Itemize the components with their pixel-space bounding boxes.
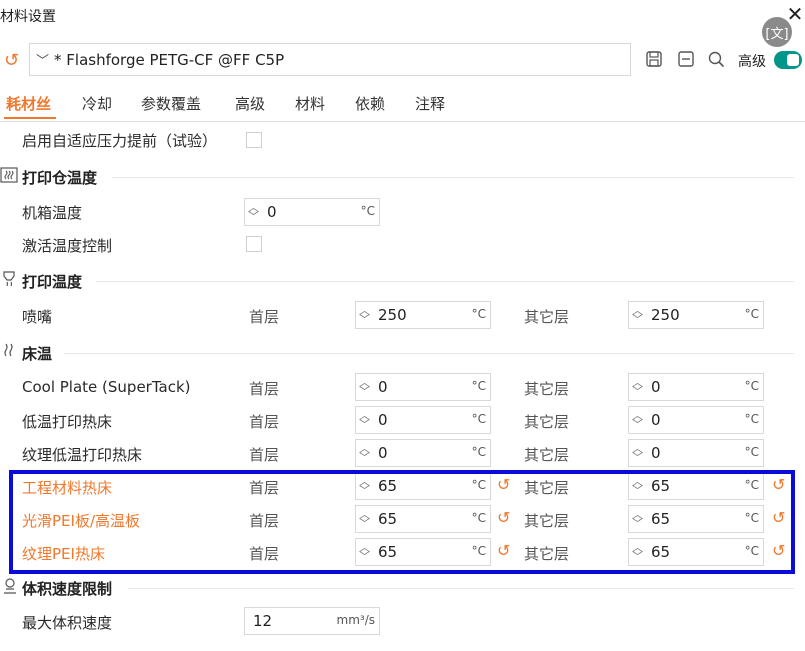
preset-dropdown[interactable]: ﹀ * Flashforge PETG-CF @FF C5P: [29, 43, 631, 76]
section-divider: [112, 177, 794, 178]
field-value: 0: [651, 444, 661, 462]
chevron-down-icon: ﹀: [36, 54, 50, 69]
field-value: 0: [651, 378, 661, 396]
spin-icon[interactable]: ︿ ﹀: [359, 410, 370, 430]
volumetric-speed-icon: [1, 577, 19, 599]
tab-bar: 耗材丝 冷却 参数覆盖 高级 材料 依赖 注释: [0, 93, 805, 119]
field-value: 0: [378, 378, 388, 396]
section-divider: [64, 353, 794, 354]
nozzle-other-layers-input[interactable]: ︿ ﹀ 250 °C: [628, 301, 764, 329]
tab-filament[interactable]: 耗材丝: [6, 93, 51, 114]
preset-name: * Flashforge PETG-CF @FF C5P: [54, 51, 285, 69]
spin-icon[interactable]: ︿ ﹀: [632, 410, 643, 430]
advanced-toggle[interactable]: [774, 51, 802, 69]
adaptive-pa-label: 启用自适应压力提前（试验）: [22, 132, 218, 150]
other-layers-label: 其它层: [524, 446, 570, 464]
save-icon[interactable]: [644, 50, 664, 70]
chamber-temp-label: 机箱温度: [22, 204, 83, 222]
unit-label: °C: [744, 379, 759, 393]
other-layers-label: 其它层: [524, 380, 570, 398]
spin-icon[interactable]: ︿ ﹀: [632, 443, 643, 463]
unit-label: °C: [744, 445, 759, 459]
bed-type-label: 纹理低温打印热床: [22, 446, 143, 464]
first-layer-label: 首层: [249, 308, 280, 326]
first-layer-label: 首层: [249, 413, 280, 431]
bed-type-label: Cool Plate (SuperTack): [22, 378, 191, 396]
highlight-box: [9, 470, 795, 574]
section-divider: [128, 588, 794, 589]
adaptive-pa-checkbox[interactable]: [246, 132, 262, 148]
unit-label: mm³/s: [336, 613, 375, 627]
title-bar: 材料设置 ✕: [0, 0, 805, 32]
nozzle-temp-icon: [0, 270, 18, 292]
tabs-divider: [0, 121, 805, 122]
unit-label: °C: [471, 307, 486, 321]
bed-other-layers-input[interactable]: ︿ ﹀ 0 °C: [628, 373, 764, 401]
tab-dependencies[interactable]: 依赖: [355, 93, 385, 114]
first-layer-label: 首层: [249, 446, 280, 464]
section-divider: [96, 281, 794, 282]
field-value: 0: [378, 444, 388, 462]
preset-bar: ↺ ﹀ * Flashforge PETG-CF @FF C5P 高级: [0, 43, 805, 79]
unit-label: °C: [471, 445, 486, 459]
field-value: 250: [378, 306, 407, 324]
unit-label: °C: [471, 379, 486, 393]
activate-temp-control-label: 激活温度控制: [22, 237, 113, 255]
field-value: 0: [378, 411, 388, 429]
bed-other-layers-input[interactable]: ︿ ﹀ 0 °C: [628, 406, 764, 434]
section-title-bed: 床温: [22, 345, 53, 363]
chamber-heat-icon: [0, 166, 18, 188]
unit-label: °C: [744, 307, 759, 321]
unit-label: °C: [744, 412, 759, 426]
first-layer-label: 首层: [249, 380, 280, 398]
spin-icon[interactable]: ︿ ﹀: [359, 377, 370, 397]
other-layers-label: 其它层: [524, 413, 570, 431]
bed-other-layers-input[interactable]: ︿ ﹀ 0 °C: [628, 439, 764, 467]
spin-icon[interactable]: ︿ ﹀: [359, 443, 370, 463]
reset-preset-icon[interactable]: ↺: [4, 50, 19, 71]
bed-type-label: 低温打印热床: [22, 413, 113, 431]
section-title-chamber: 打印仓温度: [22, 169, 98, 187]
unit-label: °C: [360, 204, 375, 218]
spin-icon[interactable]: ︿ ﹀: [248, 202, 259, 222]
bed-heat-icon: [1, 342, 19, 364]
max-volumetric-input[interactable]: 12 mm³/s: [244, 607, 380, 635]
spin-icon[interactable]: ︿ ﹀: [359, 305, 370, 325]
field-value: 0: [267, 203, 277, 221]
active-tab-indicator: [4, 117, 56, 119]
tab-cooling[interactable]: 冷却: [82, 93, 112, 114]
chamber-temp-input[interactable]: ︿ ﹀ 0 °C: [244, 198, 380, 226]
tab-advanced[interactable]: 高级: [235, 93, 265, 114]
field-value: 250: [651, 306, 680, 324]
max-volumetric-label: 最大体积速度: [22, 614, 113, 632]
section-title-volumetric: 体积速度限制: [22, 580, 113, 598]
bed-first-layer-input[interactable]: ︿ ﹀ 0 °C: [355, 406, 491, 434]
spin-icon[interactable]: ︿ ﹀: [632, 377, 643, 397]
tab-material[interactable]: 材料: [295, 93, 325, 114]
delete-preset-icon[interactable]: [676, 50, 696, 70]
tab-overrides[interactable]: 参数覆盖: [141, 93, 201, 114]
activate-temp-control-checkbox[interactable]: [246, 236, 262, 252]
field-value: 12: [253, 612, 273, 630]
search-icon[interactable]: [706, 50, 726, 70]
advanced-label: 高级: [738, 54, 766, 70]
nozzle-first-layer-input[interactable]: ︿ ﹀ 250 °C: [355, 301, 491, 329]
bed-first-layer-input[interactable]: ︿ ﹀ 0 °C: [355, 373, 491, 401]
field-value: 0: [651, 411, 661, 429]
nozzle-label: 喷嘴: [22, 308, 53, 326]
unit-label: °C: [471, 412, 486, 426]
other-layers-label: 其它层: [524, 308, 570, 326]
spin-icon[interactable]: ︿ ﹀: [632, 305, 643, 325]
bed-first-layer-input[interactable]: ︿ ﹀ 0 °C: [355, 439, 491, 467]
tab-notes[interactable]: 注释: [415, 93, 445, 114]
window-title: 材料设置: [0, 9, 56, 25]
section-title-print-temp: 打印温度: [22, 273, 83, 291]
